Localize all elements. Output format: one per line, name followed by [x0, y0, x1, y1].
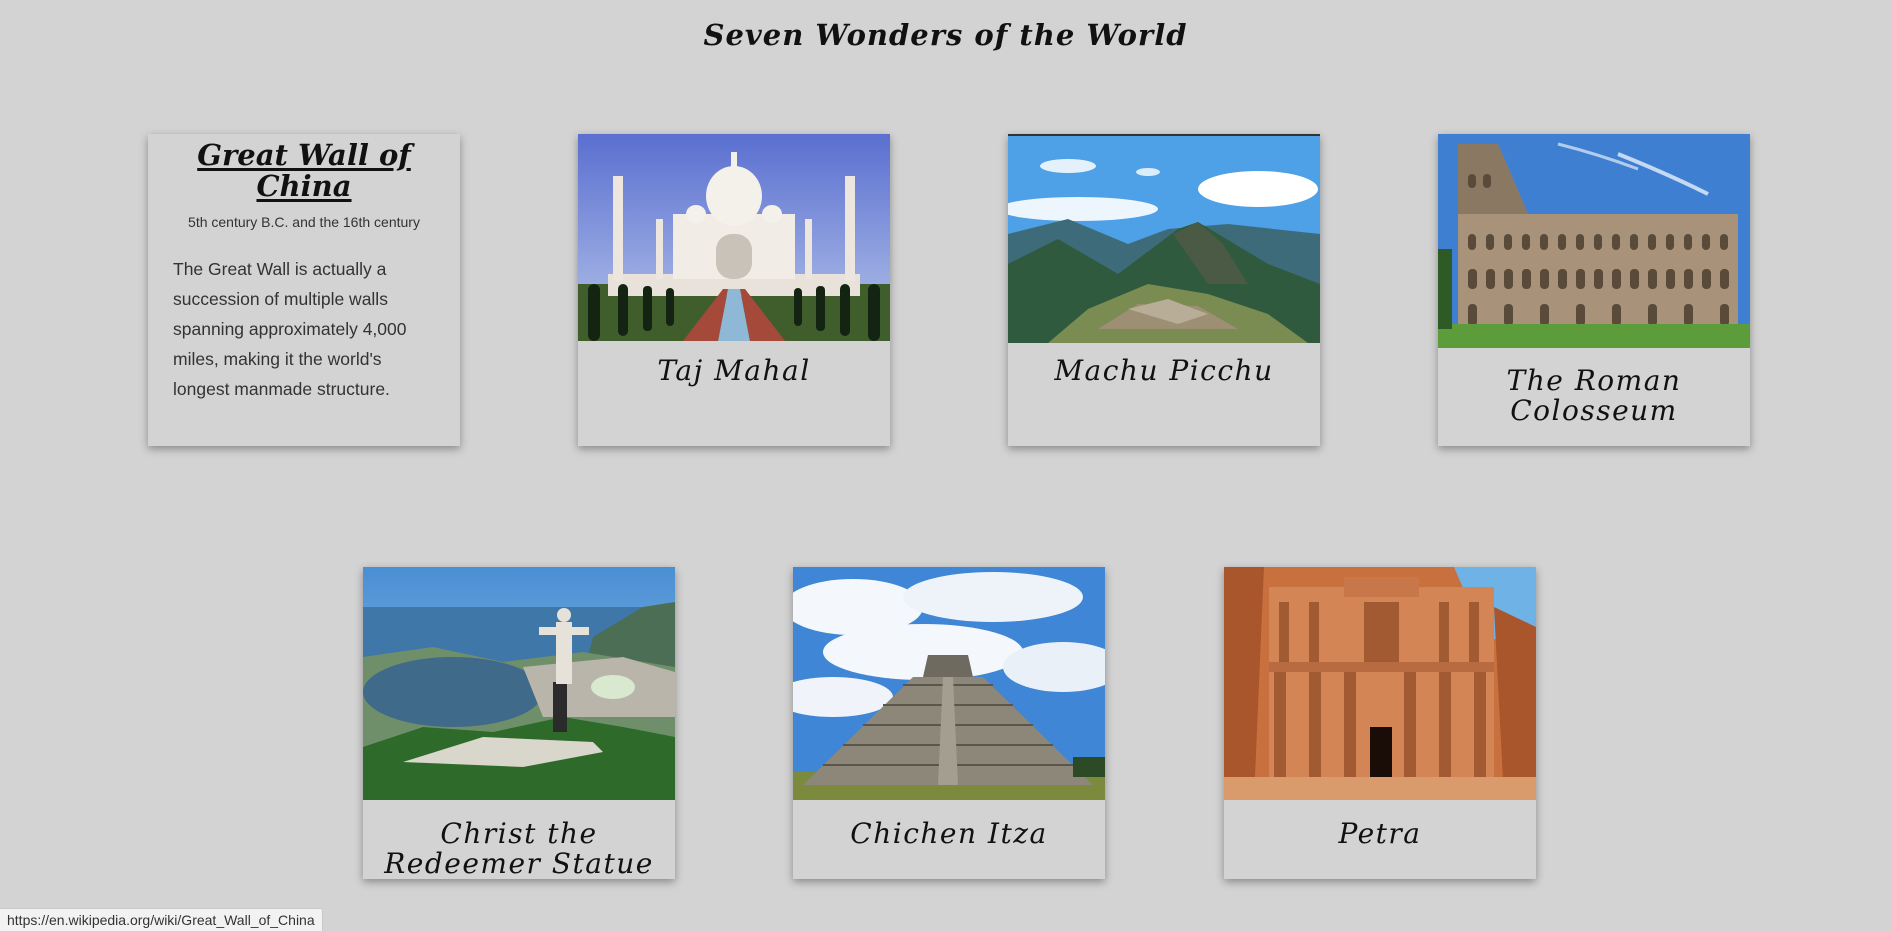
wonder-caption: The Roman Colosseum — [1506, 364, 1682, 427]
wonder-caption: Machu Picchu — [1054, 354, 1274, 387]
wonder-card-chichen-itza[interactable]: Chichen Itza — [793, 567, 1105, 879]
wonder-caption: Petra — [1338, 817, 1422, 850]
wonder-card-taj-mahal[interactable]: Taj Mahal — [578, 134, 890, 446]
wonder-caption: Christ the Redeemer Statue — [384, 817, 654, 879]
chichen-itza-photo — [793, 567, 1105, 800]
petra-photo — [1224, 567, 1536, 800]
wonder-title-link[interactable]: Great Wall of China — [158, 140, 450, 202]
status-bar-url: https://en.wikipedia.org/wiki/Great_Wall… — [0, 908, 323, 931]
page-title: Seven Wonders of the World — [703, 18, 1188, 52]
taj-mahal-photo — [578, 134, 890, 341]
wonder-card-christ-redeemer[interactable]: Christ the Redeemer Statue — [363, 567, 675, 879]
colosseum-photo — [1438, 134, 1750, 348]
wonder-caption: Taj Mahal — [657, 354, 811, 387]
wonder-card-machu-picchu[interactable]: Machu Picchu — [1008, 134, 1320, 446]
wonder-card-great-wall[interactable]: Great Wall of China 5th century B.C. and… — [148, 134, 460, 446]
wonder-date: 5th century B.C. and the 16th century — [188, 214, 420, 230]
wonder-card-colosseum[interactable]: The Roman Colosseum — [1438, 134, 1750, 446]
wonder-caption: Chichen Itza — [850, 817, 1048, 850]
wonder-card-petra[interactable]: Petra — [1224, 567, 1536, 879]
wonder-description: The Great Wall is actually a succession … — [173, 259, 407, 399]
machu-picchu-photo — [1008, 134, 1320, 343]
christ-redeemer-photo — [363, 567, 675, 800]
